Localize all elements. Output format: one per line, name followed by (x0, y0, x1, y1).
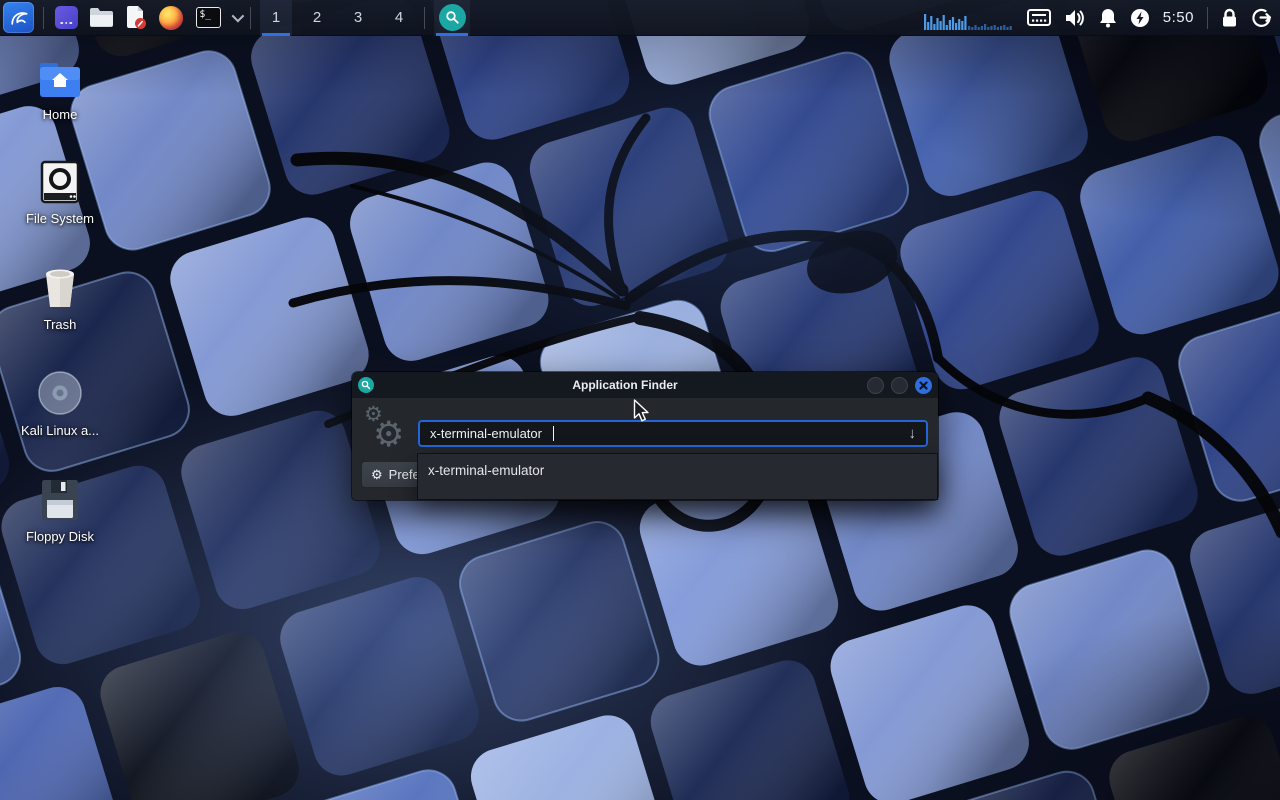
window-app-icon (55, 6, 78, 29)
window-title: Application Finder (392, 378, 858, 392)
desktop-icon-home[interactable]: Home (14, 52, 106, 122)
close-button[interactable] (915, 377, 932, 394)
applications-menu-button[interactable] (3, 2, 34, 33)
document-icon (125, 6, 147, 30)
desktop-icon-label: Home (43, 107, 78, 122)
application-finder-icon (358, 377, 374, 393)
home-folder-icon (37, 52, 83, 100)
titlebar[interactable]: Application Finder (352, 372, 938, 398)
lock-screen-icon[interactable] (1221, 8, 1238, 28)
taskbar-application-finder[interactable] (434, 0, 470, 36)
cpu-graph[interactable] (922, 4, 1014, 32)
text-caret (553, 426, 555, 441)
kali-logo-icon (8, 7, 30, 29)
firefox-icon (159, 6, 183, 30)
trash-can-icon (39, 262, 81, 310)
workspace-4-button[interactable]: 4 (383, 0, 415, 36)
completion-popup: x-terminal-emulator (417, 453, 938, 500)
desktop-icon-floppy[interactable]: Floppy Disk (14, 474, 106, 544)
chevron-down-icon[interactable] (232, 10, 245, 23)
hard-drive-icon (39, 156, 81, 204)
terminal-icon: $_ (196, 7, 221, 28)
gear-icon: ⚙ (371, 467, 383, 483)
active-window-underline (436, 33, 468, 36)
keyboard-indicator-icon[interactable] (1027, 9, 1051, 26)
notifications-bell-icon[interactable] (1099, 8, 1117, 28)
desktop-icon-trash[interactable]: Trash (14, 262, 106, 332)
gears-icon: ⚙ ⚙ (362, 400, 414, 456)
dropdown-arrow-icon[interactable]: ↓ (909, 425, 917, 442)
desktop-icon-label: Trash (44, 317, 77, 332)
launcher-web-browser[interactable] (158, 5, 184, 31)
workspace-2-button[interactable]: 2 (301, 0, 333, 36)
workspace-1-button[interactable]: 1 (260, 0, 292, 36)
desktop-icon-label: Kali Linux a... (21, 423, 99, 438)
clock[interactable]: 5:50 (1163, 9, 1194, 26)
active-workspace-underline (262, 33, 290, 36)
panel-separator (43, 7, 44, 29)
search-query-text: x-terminal-emulator (430, 426, 542, 441)
launcher-text-editor[interactable] (123, 5, 149, 31)
logout-icon[interactable] (1251, 7, 1272, 28)
workspace-3-button[interactable]: 3 (342, 0, 374, 36)
launcher-app-window[interactable] (53, 5, 79, 31)
search-icon (439, 4, 466, 31)
launcher-file-manager[interactable] (88, 5, 114, 31)
desktop-icon-file-system[interactable]: File System (14, 156, 106, 226)
desktop-icon-label: Floppy Disk (26, 529, 94, 544)
volume-icon[interactable] (1064, 8, 1086, 28)
panel-separator (424, 7, 425, 29)
top-panel: $_ 1 2 3 4 (0, 0, 1280, 36)
cd-disc-icon (37, 368, 83, 416)
desktop-icon-label: File System (26, 211, 94, 226)
floppy-disk-icon (39, 474, 81, 522)
launcher-terminal[interactable]: $_ (193, 5, 223, 31)
folder-icon (89, 7, 114, 28)
completion-item[interactable]: x-terminal-emulator (418, 461, 937, 480)
application-finder-window: Application Finder ⚙ ⚙ x-terminal-emulat… (352, 372, 938, 500)
desktop: Home File System Trash (0, 0, 1280, 800)
panel-separator (250, 7, 251, 29)
maximize-button[interactable] (891, 377, 908, 394)
close-icon (919, 381, 928, 390)
panel-separator (1207, 7, 1208, 29)
power-manager-icon[interactable] (1130, 8, 1150, 28)
minimize-button[interactable] (867, 377, 884, 394)
desktop-icon-kali-cd[interactable]: Kali Linux a... (14, 368, 106, 438)
search-input[interactable]: x-terminal-emulator ↓ (418, 420, 928, 447)
